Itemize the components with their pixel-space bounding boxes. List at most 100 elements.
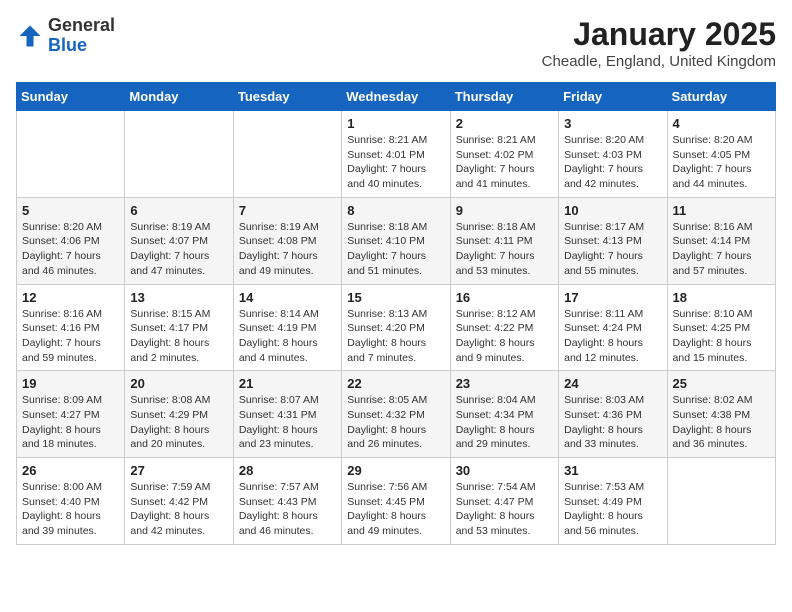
day-number: 20 bbox=[130, 376, 227, 391]
calendar-cell: 11 Sunrise: 8:16 AM Sunset: 4:14 PM Dayli… bbox=[667, 197, 775, 284]
logo-general: General bbox=[48, 15, 115, 35]
calendar-cell: 26 Sunrise: 8:00 AM Sunset: 4:40 PM Dayli… bbox=[17, 458, 125, 545]
calendar-cell: 7 Sunrise: 8:19 AM Sunset: 4:08 PM Daylig… bbox=[233, 197, 341, 284]
calendar-cell: 5 Sunrise: 8:20 AM Sunset: 4:06 PM Daylig… bbox=[17, 197, 125, 284]
calendar-cell: 8 Sunrise: 8:18 AM Sunset: 4:10 PM Daylig… bbox=[342, 197, 450, 284]
day-number: 21 bbox=[239, 376, 336, 391]
day-number: 5 bbox=[22, 203, 119, 218]
day-info: Sunrise: 8:03 AM Sunset: 4:36 PM Dayligh… bbox=[564, 393, 661, 452]
day-info: Sunrise: 8:20 AM Sunset: 4:06 PM Dayligh… bbox=[22, 220, 119, 279]
day-info: Sunrise: 7:57 AM Sunset: 4:43 PM Dayligh… bbox=[239, 480, 336, 539]
day-number: 23 bbox=[456, 376, 553, 391]
title-block: January 2025 Cheadle, England, United Ki… bbox=[542, 16, 776, 70]
calendar-cell: 30 Sunrise: 7:54 AM Sunset: 4:47 PM Dayli… bbox=[450, 458, 558, 545]
calendar-cell: 14 Sunrise: 8:14 AM Sunset: 4:19 PM Dayli… bbox=[233, 284, 341, 371]
calendar-week-5: 26 Sunrise: 8:00 AM Sunset: 4:40 PM Dayli… bbox=[17, 458, 776, 545]
calendar-cell: 25 Sunrise: 8:02 AM Sunset: 4:38 PM Dayli… bbox=[667, 371, 775, 458]
calendar-cell: 27 Sunrise: 7:59 AM Sunset: 4:42 PM Dayli… bbox=[125, 458, 233, 545]
calendar-cell bbox=[667, 458, 775, 545]
day-number: 22 bbox=[347, 376, 444, 391]
day-info: Sunrise: 8:14 AM Sunset: 4:19 PM Dayligh… bbox=[239, 307, 336, 366]
calendar-cell: 17 Sunrise: 8:11 AM Sunset: 4:24 PM Dayli… bbox=[559, 284, 667, 371]
page-header: General Blue January 2025 Cheadle, Engla… bbox=[16, 16, 776, 70]
calendar-subtitle: Cheadle, England, United Kingdom bbox=[542, 53, 776, 70]
calendar-cell: 31 Sunrise: 7:53 AM Sunset: 4:49 PM Dayli… bbox=[559, 458, 667, 545]
calendar-cell: 16Sunrise: 8:12 AM Sunset: 4:22 PM Dayli… bbox=[450, 284, 558, 371]
day-number: 25 bbox=[673, 376, 770, 391]
day-number: 30 bbox=[456, 463, 553, 478]
day-info: Sunrise: 8:21 AM Sunset: 4:02 PM Dayligh… bbox=[456, 133, 553, 192]
day-number: 11 bbox=[673, 203, 770, 218]
day-info: Sunrise: 8:02 AM Sunset: 4:38 PM Dayligh… bbox=[673, 393, 770, 452]
day-number: 26 bbox=[22, 463, 119, 478]
calendar-cell: 1Sunrise: 8:21 AM Sunset: 4:01 PM Daylig… bbox=[342, 111, 450, 198]
day-info: Sunrise: 8:08 AM Sunset: 4:29 PM Dayligh… bbox=[130, 393, 227, 452]
day-info: Sunrise: 8:20 AM Sunset: 4:03 PM Dayligh… bbox=[564, 133, 661, 192]
calendar-cell: 22 Sunrise: 8:05 AM Sunset: 4:32 PM Dayli… bbox=[342, 371, 450, 458]
calendar-cell: 23 Sunrise: 8:04 AM Sunset: 4:34 PM Dayli… bbox=[450, 371, 558, 458]
day-info: Sunrise: 7:53 AM Sunset: 4:49 PM Dayligh… bbox=[564, 480, 661, 539]
day-info: Sunrise: 8:20 AM Sunset: 4:05 PM Dayligh… bbox=[673, 133, 770, 192]
day-info: Sunrise: 8:05 AM Sunset: 4:32 PM Dayligh… bbox=[347, 393, 444, 452]
day-number: 4 bbox=[673, 116, 770, 131]
day-number: 29 bbox=[347, 463, 444, 478]
day-number: 7 bbox=[239, 203, 336, 218]
day-header-thursday: Thursday bbox=[450, 83, 558, 111]
day-info: Sunrise: 8:18 AM Sunset: 4:10 PM Dayligh… bbox=[347, 220, 444, 279]
day-header-friday: Friday bbox=[559, 83, 667, 111]
day-info: Sunrise: 8:13 AM Sunset: 4:20 PM Dayligh… bbox=[347, 307, 444, 366]
day-number: 6 bbox=[130, 203, 227, 218]
calendar-week-4: 19Sunrise: 8:09 AM Sunset: 4:27 PM Dayli… bbox=[17, 371, 776, 458]
day-info: Sunrise: 8:16 AM Sunset: 4:14 PM Dayligh… bbox=[673, 220, 770, 279]
calendar-cell: 6 Sunrise: 8:19 AM Sunset: 4:07 PM Daylig… bbox=[125, 197, 233, 284]
day-number: 16 bbox=[456, 290, 553, 305]
day-number: 8 bbox=[347, 203, 444, 218]
calendar-header-row: SundayMondayTuesdayWednesdayThursdayFrid… bbox=[17, 83, 776, 111]
day-number: 24 bbox=[564, 376, 661, 391]
day-info: Sunrise: 8:00 AM Sunset: 4:40 PM Dayligh… bbox=[22, 480, 119, 539]
logo-text: General Blue bbox=[48, 16, 115, 56]
day-info: Sunrise: 8:11 AM Sunset: 4:24 PM Dayligh… bbox=[564, 307, 661, 366]
day-info: Sunrise: 8:19 AM Sunset: 4:08 PM Dayligh… bbox=[239, 220, 336, 279]
calendar-title: January 2025 bbox=[542, 16, 776, 53]
logo-blue: Blue bbox=[48, 35, 87, 55]
calendar-cell: 18Sunrise: 8:10 AM Sunset: 4:25 PM Dayli… bbox=[667, 284, 775, 371]
day-info: Sunrise: 8:17 AM Sunset: 4:13 PM Dayligh… bbox=[564, 220, 661, 279]
calendar-cell: 24 Sunrise: 8:03 AM Sunset: 4:36 PM Dayli… bbox=[559, 371, 667, 458]
day-number: 13 bbox=[130, 290, 227, 305]
calendar-cell: 13 Sunrise: 8:15 AM Sunset: 4:17 PM Dayli… bbox=[125, 284, 233, 371]
day-number: 27 bbox=[130, 463, 227, 478]
day-number: 12 bbox=[22, 290, 119, 305]
day-number: 2 bbox=[456, 116, 553, 131]
day-info: Sunrise: 8:21 AM Sunset: 4:01 PM Dayligh… bbox=[347, 133, 444, 192]
day-header-wednesday: Wednesday bbox=[342, 83, 450, 111]
day-info: Sunrise: 7:54 AM Sunset: 4:47 PM Dayligh… bbox=[456, 480, 553, 539]
day-number: 3 bbox=[564, 116, 661, 131]
day-info: Sunrise: 8:18 AM Sunset: 4:11 PM Dayligh… bbox=[456, 220, 553, 279]
day-info: Sunrise: 7:59 AM Sunset: 4:42 PM Dayligh… bbox=[130, 480, 227, 539]
day-info: Sunrise: 8:09 AM Sunset: 4:27 PM Dayligh… bbox=[22, 393, 119, 452]
day-number: 17 bbox=[564, 290, 661, 305]
calendar-cell: 4 Sunrise: 8:20 AM Sunset: 4:05 PM Daylig… bbox=[667, 111, 775, 198]
day-number: 15 bbox=[347, 290, 444, 305]
calendar-cell bbox=[17, 111, 125, 198]
logo: General Blue bbox=[16, 16, 115, 56]
day-info: Sunrise: 8:04 AM Sunset: 4:34 PM Dayligh… bbox=[456, 393, 553, 452]
calendar-cell: 10Sunrise: 8:17 AM Sunset: 4:13 PM Dayli… bbox=[559, 197, 667, 284]
calendar-week-1: 1Sunrise: 8:21 AM Sunset: 4:01 PM Daylig… bbox=[17, 111, 776, 198]
calendar-cell: 28Sunrise: 7:57 AM Sunset: 4:43 PM Dayli… bbox=[233, 458, 341, 545]
day-number: 14 bbox=[239, 290, 336, 305]
calendar-table: SundayMondayTuesdayWednesdayThursdayFrid… bbox=[16, 82, 776, 545]
calendar-cell: 2 Sunrise: 8:21 AM Sunset: 4:02 PM Daylig… bbox=[450, 111, 558, 198]
calendar-cell: 9Sunrise: 8:18 AM Sunset: 4:11 PM Daylig… bbox=[450, 197, 558, 284]
day-info: Sunrise: 8:19 AM Sunset: 4:07 PM Dayligh… bbox=[130, 220, 227, 279]
day-header-sunday: Sunday bbox=[17, 83, 125, 111]
day-info: Sunrise: 8:15 AM Sunset: 4:17 PM Dayligh… bbox=[130, 307, 227, 366]
day-info: Sunrise: 7:56 AM Sunset: 4:45 PM Dayligh… bbox=[347, 480, 444, 539]
calendar-week-3: 12Sunrise: 8:16 AM Sunset: 4:16 PM Dayli… bbox=[17, 284, 776, 371]
day-number: 31 bbox=[564, 463, 661, 478]
calendar-cell: 20 Sunrise: 8:08 AM Sunset: 4:29 PM Dayli… bbox=[125, 371, 233, 458]
day-number: 18 bbox=[673, 290, 770, 305]
calendar-cell: 12Sunrise: 8:16 AM Sunset: 4:16 PM Dayli… bbox=[17, 284, 125, 371]
calendar-cell: 21Sunrise: 8:07 AM Sunset: 4:31 PM Dayli… bbox=[233, 371, 341, 458]
